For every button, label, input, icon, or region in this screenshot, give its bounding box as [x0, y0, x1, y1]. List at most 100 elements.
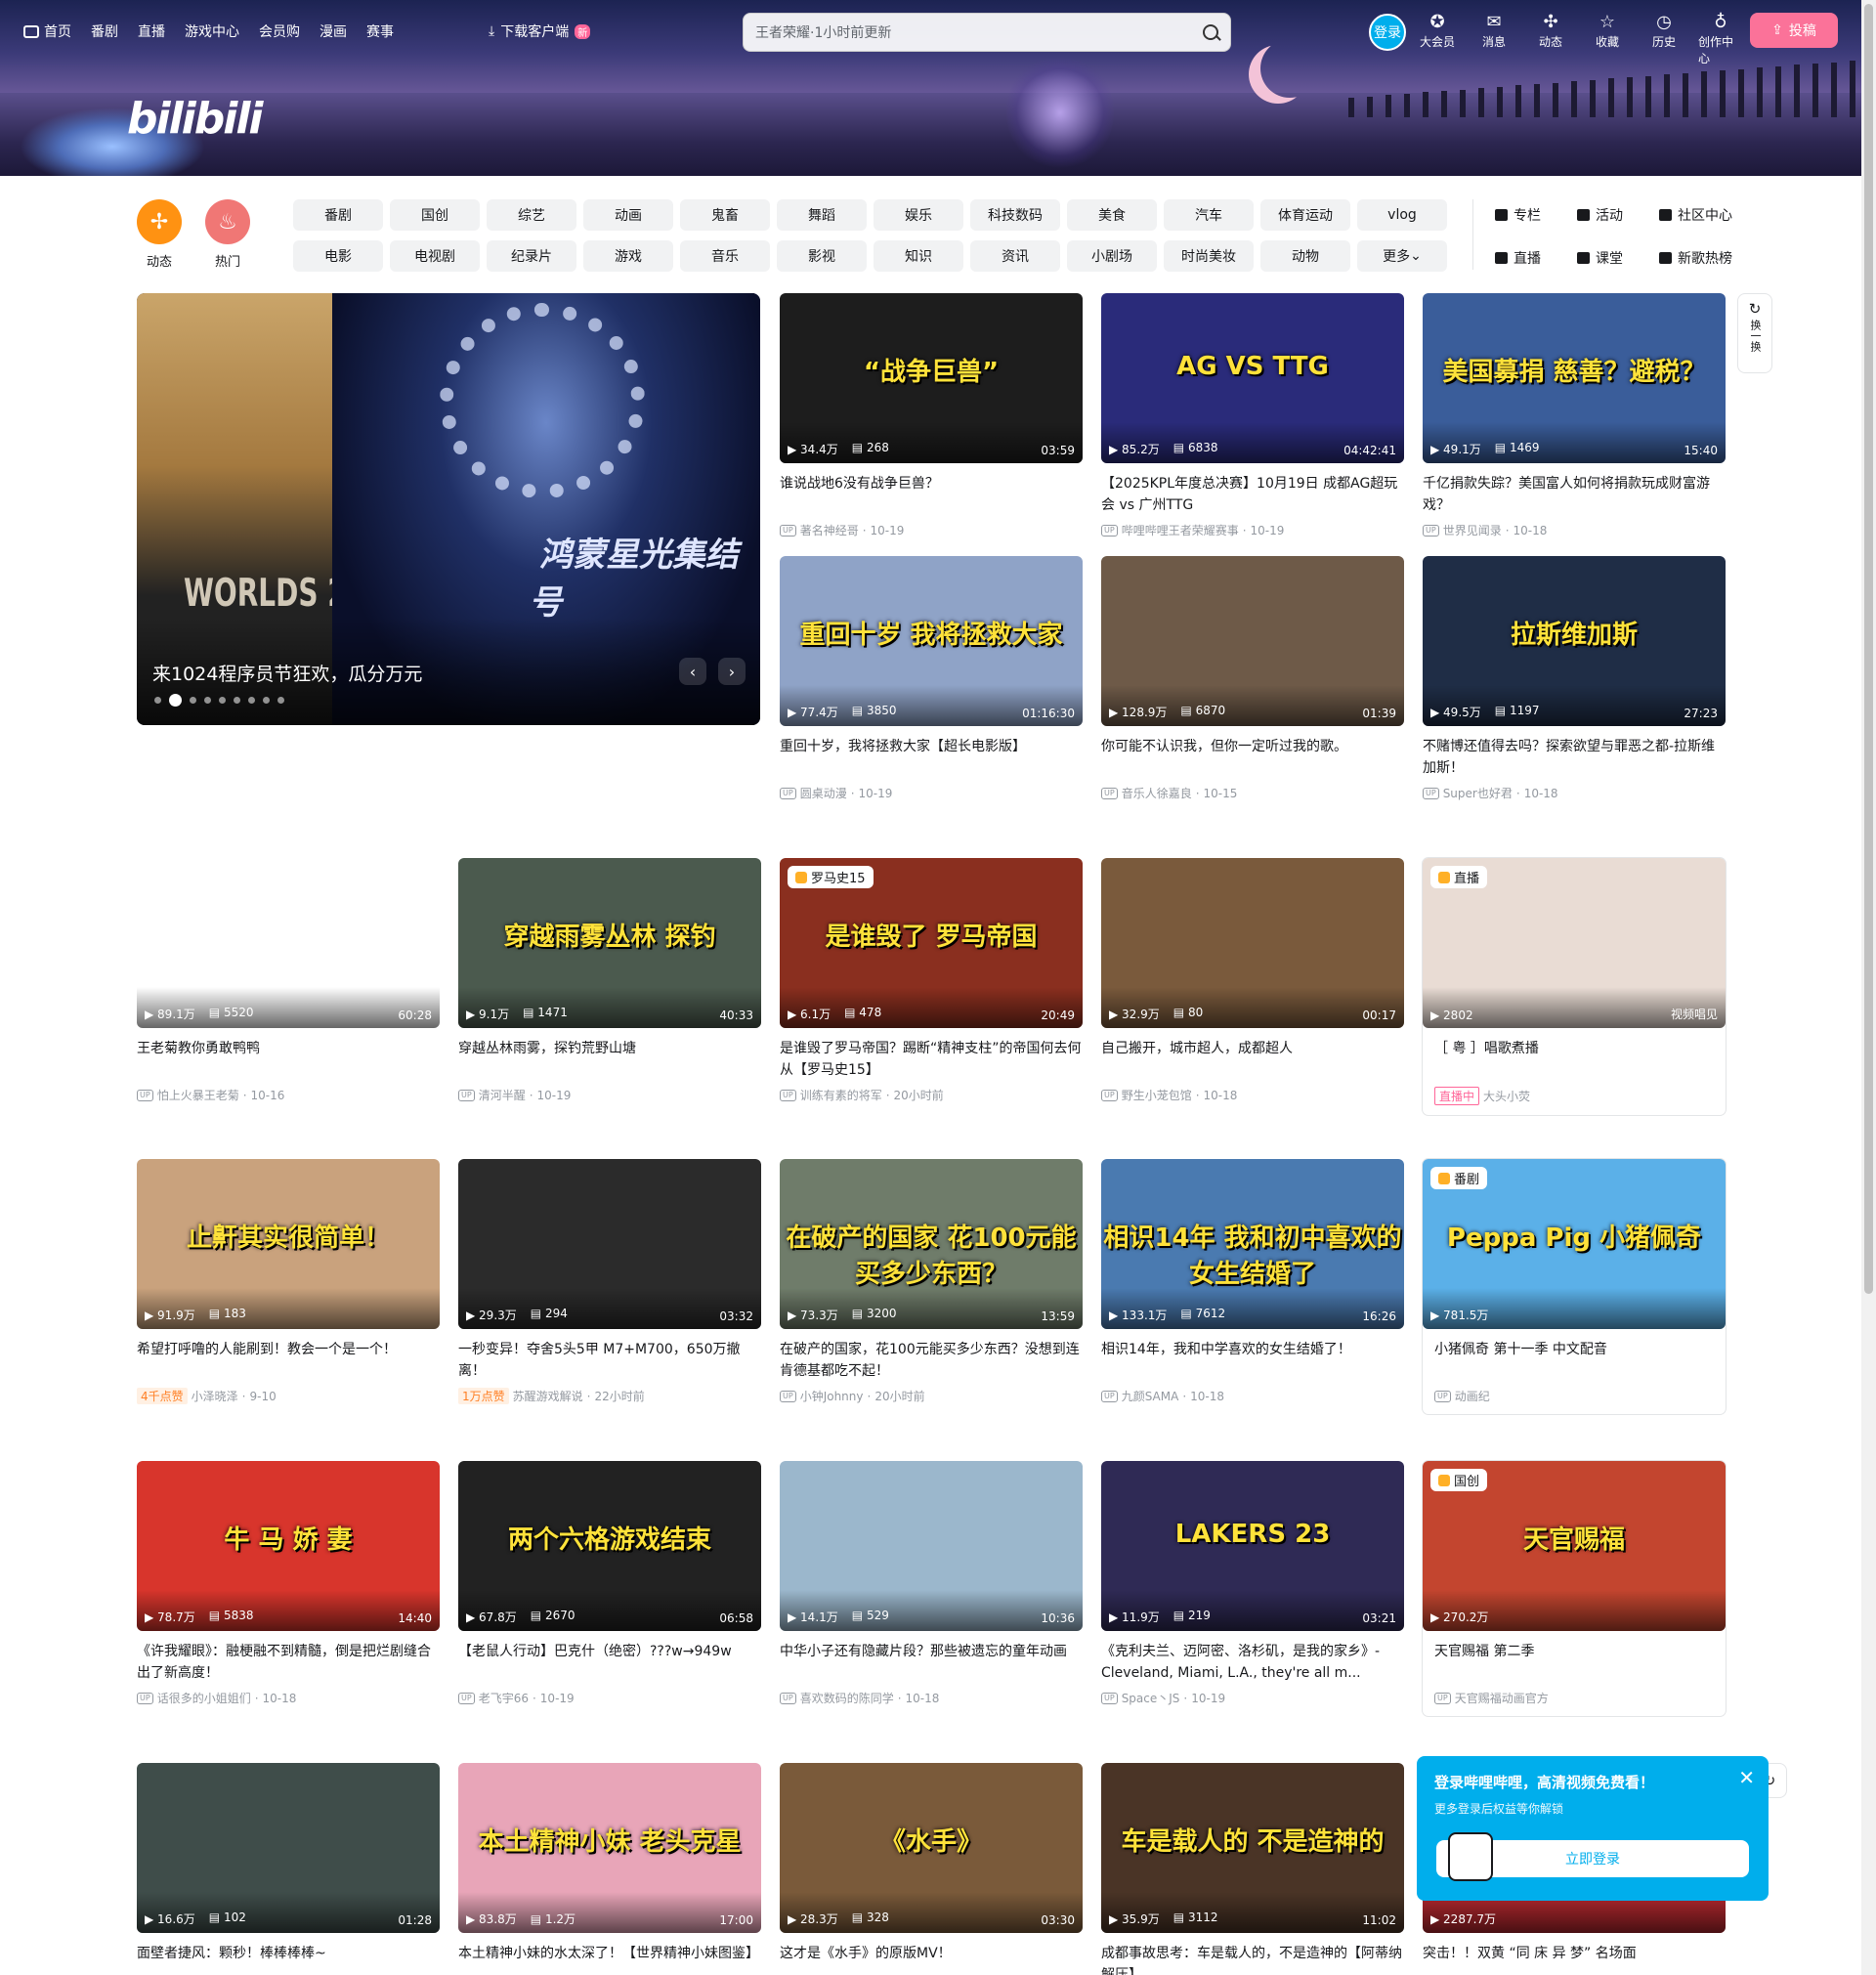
channel-tag[interactable]: 体育运动	[1260, 199, 1350, 231]
video-title[interactable]: 你可能不认识我，但你一定听过我的歌。	[1101, 736, 1404, 779]
video-thumbnail[interactable]: 相识14年 我和初中喜欢的女生结婚了 ▶ 133.1万 ▤ 7612 16:26	[1101, 1159, 1404, 1329]
video-thumbnail[interactable]: ▶ 14.1万 ▤ 529 10:36	[780, 1461, 1083, 1631]
download-client-link[interactable]: ⤓ 下载客户端 新	[489, 21, 591, 41]
video-card[interactable]: AG VS TTG ▶ 85.2万 ▤ 6838 04:42:41 【2025KPL年度…	[1101, 293, 1404, 538]
video-title[interactable]: 突击！！双黄 “同 床 异 梦” 名场面	[1423, 1943, 1726, 1975]
carousel-dot[interactable]	[234, 697, 240, 704]
channel-tag[interactable]: 动画	[583, 199, 673, 231]
video-title[interactable]: 面壁者捷风：颗秒！棒棒棒棒~	[137, 1943, 440, 1975]
video-thumbnail[interactable]: 在破产的国家 花100元能买多少东西？ ▶ 73.3万 ▤ 3200 13:59	[780, 1159, 1083, 1329]
carousel-dot[interactable]	[204, 697, 211, 704]
uploader-name[interactable]: Space丶JS	[1122, 1690, 1180, 1706]
uploader-name[interactable]: 训练有素的将军	[800, 1087, 882, 1103]
uploader-name[interactable]: 著名神经哥	[800, 522, 859, 538]
channel-tag[interactable]: 时尚美妆	[1164, 240, 1254, 272]
login-avatar-button[interactable]: 登录	[1369, 14, 1406, 51]
video-title[interactable]: 在破产的国家，花100元能买多少东西？没想到连肯德基都吃不起！	[780, 1339, 1083, 1382]
video-title[interactable]: 本土精神小妹的水太深了！【世界精神小妹图鉴】	[458, 1943, 761, 1975]
video-card[interactable]: LAKERS 23 ▶ 11.9万 ▤ 219 03:21 《克利夫兰、迈阿密、洛杉矶，…	[1101, 1461, 1404, 1706]
video-title[interactable]: 希望打呼噜的人能刷到！教会一个是一个！	[137, 1339, 440, 1382]
video-card[interactable]: 相识14年 我和初中喜欢的女生结婚了 ▶ 133.1万 ▤ 7612 16:26 相识1…	[1101, 1159, 1404, 1404]
carousel-dot[interactable]	[263, 697, 270, 704]
hot-round-button[interactable]: ♨	[205, 199, 250, 244]
uploader-name[interactable]: 世界见闻录	[1443, 522, 1502, 538]
carousel-dot[interactable]	[154, 697, 161, 704]
channel-tag[interactable]: 番剧	[293, 199, 383, 231]
uploader-name[interactable]: 圆桌动漫	[800, 785, 847, 801]
creator-center-entry[interactable]: ♁ 创作中心	[1698, 12, 1743, 66]
nav-match[interactable]: 赛事	[366, 21, 394, 41]
video-thumbnail[interactable]: 《水手》 ▶ 28.3万 ▤ 328 03:30	[780, 1763, 1083, 1933]
channel-tag[interactable]: 动物	[1260, 240, 1350, 272]
channel-tag[interactable]: 影视	[777, 240, 867, 272]
nav-live[interactable]: 直播	[138, 21, 165, 41]
video-thumbnail[interactable]: 牛 马 娇 妻 ▶ 78.7万 ▤ 5838 14:40	[137, 1461, 440, 1631]
video-thumbnail[interactable]: AG VS TTG ▶ 85.2万 ▤ 6838 04:42:41	[1101, 293, 1404, 463]
uploader-name[interactable]: 喜欢数码的陈同学	[800, 1690, 894, 1706]
uploader-name[interactable]: 话很多的小姐姐们	[157, 1690, 251, 1706]
video-thumbnail[interactable]: ▶ 16.6万 ▤ 102 01:28	[137, 1763, 440, 1933]
uploader-name[interactable]: 动画纪	[1455, 1388, 1490, 1404]
nav-mall[interactable]: 会员购	[259, 21, 300, 41]
search-box[interactable]: 王者荣耀·1小时前更新	[743, 13, 1231, 52]
video-card[interactable]: 穿越雨雾丛林 探钓 ▶ 9.1万 ▤ 1471 40:33 穿越丛林雨雾，探钓荒野山塘 U…	[458, 858, 761, 1103]
video-thumbnail[interactable]: 车是载人的 不是造神的 ▶ 35.9万 ▤ 3112 11:02	[1101, 1763, 1404, 1933]
video-title[interactable]: 一秒变异！夺舍5头5甲 M7+M700，650万撤离！	[458, 1339, 761, 1382]
video-title[interactable]: 相识14年，我和中学喜欢的女生结婚了！	[1101, 1339, 1404, 1382]
channel-tag[interactable]: 音乐	[680, 240, 770, 272]
video-card[interactable]: Peppa Pig 小猪佩奇 番剧 ▶ 781.5万 小猪佩奇 第十一季 中文配音 UP…	[1423, 1159, 1726, 1414]
channel-tag[interactable]: 美食	[1067, 199, 1157, 231]
uploader-name[interactable]: 老飞宇66	[479, 1690, 529, 1706]
carousel-dot[interactable]	[277, 697, 284, 704]
video-thumbnail[interactable]: ▶ 89.1万 ▤ 5520 60:28	[137, 858, 440, 1028]
carousel-dot[interactable]	[248, 697, 255, 704]
channel-tag[interactable]: 小剧场	[1067, 240, 1157, 272]
video-card[interactable]: 两个六格游戏结束 ▶ 67.8万 ▤ 2670 06:58 【老鼠人行动】巴克什（绝密）…	[458, 1461, 761, 1706]
carousel-next-button[interactable]: ›	[718, 658, 746, 685]
video-thumbnail[interactable]: 直播 ▶ 2802 视频唱见	[1423, 858, 1726, 1028]
nav-bangumi[interactable]: 番剧	[91, 21, 118, 41]
uploader-name[interactable]: 大头小荧	[1483, 1088, 1530, 1104]
uploader-name[interactable]: 哔哩哔哩王者荣耀赛事	[1122, 522, 1239, 538]
video-card[interactable]: 本土精神小妹 老头克星 ▶ 83.8万 ▤ 1.2万 17:00 本土精神小妹的水太深了…	[458, 1763, 761, 1975]
uploader-name[interactable]: 小钟Johnny	[800, 1388, 864, 1404]
bilibili-logo[interactable]: bilibili	[127, 94, 263, 144]
video-title[interactable]: 【2025KPL年度总决赛】10月19日 成都AG超玩会 vs 广州TTG	[1101, 473, 1404, 516]
video-title[interactable]: 谁说战地6没有战争巨兽？	[780, 473, 1083, 516]
video-card[interactable]: 直播 ▶ 2802 视频唱见 ［ 粤 ］唱歌煮播 直播中 大头小荧	[1423, 858, 1726, 1115]
video-card[interactable]: 天官赐福 国创 ▶ 270.2万 天官赐福 第二季 UP 天官赐福动画官方	[1423, 1461, 1726, 1716]
video-card[interactable]: 拉斯维加斯 ▶ 49.5万 ▤ 1197 27:23 不赌博还值得去吗？探索欲望与罪恶之…	[1423, 556, 1726, 801]
channel-tag[interactable]: 知识	[874, 240, 963, 272]
uploader-name[interactable]: 怕上火暴王老菊	[157, 1087, 239, 1103]
nav-home[interactable]: 首页	[23, 21, 71, 41]
side-link-activity[interactable]: 活动	[1577, 203, 1653, 227]
video-title[interactable]: ［ 粤 ］唱歌煮播	[1423, 1038, 1726, 1081]
video-thumbnail[interactable]: ▶ 128.9万 ▤ 6870 01:39	[1101, 556, 1404, 726]
channel-tag[interactable]: 科技数码	[970, 199, 1060, 231]
channel-tag[interactable]: 电视剧	[390, 240, 480, 272]
video-title[interactable]: 不赌博还值得去吗？探索欲望与罪恶之都-拉斯维加斯！	[1423, 736, 1726, 779]
video-thumbnail[interactable]: 重回十岁 我将拯救大家 ▶ 77.4万 ▤ 3850 01:16:30	[780, 556, 1083, 726]
channel-tag[interactable]: 游戏	[583, 240, 673, 272]
nav-game-center[interactable]: 游戏中心	[185, 21, 239, 41]
refresh-button[interactable]: ↻ 换一换	[1737, 293, 1772, 373]
video-title[interactable]: 天官赐福 第二季	[1423, 1641, 1726, 1684]
video-card[interactable]: 牛 马 娇 妻 ▶ 78.7万 ▤ 5838 14:40 《许我耀眼》：融梗融不到精髓，…	[137, 1461, 440, 1706]
carousel-title[interactable]: 来1024程序员节狂欢，瓜分万元	[152, 660, 422, 686]
side-link-live[interactable]: 直播	[1495, 246, 1571, 270]
video-card[interactable]: 是谁毁了 罗马帝国 罗马史15 ▶ 6.1万 ▤ 478 20:49 是谁毁了罗马帝国？踢…	[780, 858, 1083, 1103]
favorite-entry[interactable]: ☆ 收藏	[1585, 12, 1630, 66]
vip-entry[interactable]: ✪ 大会员	[1415, 12, 1460, 66]
channel-tag[interactable]: 舞蹈	[777, 199, 867, 231]
uploader-name[interactable]: 小泽晓泽	[192, 1388, 238, 1404]
video-title[interactable]: 穿越丛林雨雾，探钓荒野山塘	[458, 1038, 761, 1081]
side-link-community[interactable]: 社区中心	[1659, 203, 1735, 227]
carousel-dots[interactable]	[154, 694, 284, 707]
search-input[interactable]: 王者荣耀·1小时前更新	[755, 22, 1203, 42]
video-title[interactable]: 【老鼠人行动】巴克什（绝密）???w→949w	[458, 1641, 761, 1684]
video-card[interactable]: ▶ 29.3万 ▤ 294 03:32 一秒变异！夺舍5头5甲 M7+M700，650…	[458, 1159, 761, 1404]
message-entry[interactable]: ✉ 消息	[1471, 12, 1516, 66]
uploader-name[interactable]: 苏醒游戏解说	[513, 1388, 583, 1404]
video-thumbnail[interactable]: Peppa Pig 小猪佩奇 番剧 ▶ 781.5万	[1423, 1159, 1726, 1329]
side-link-classroom[interactable]: 课堂	[1577, 246, 1653, 270]
